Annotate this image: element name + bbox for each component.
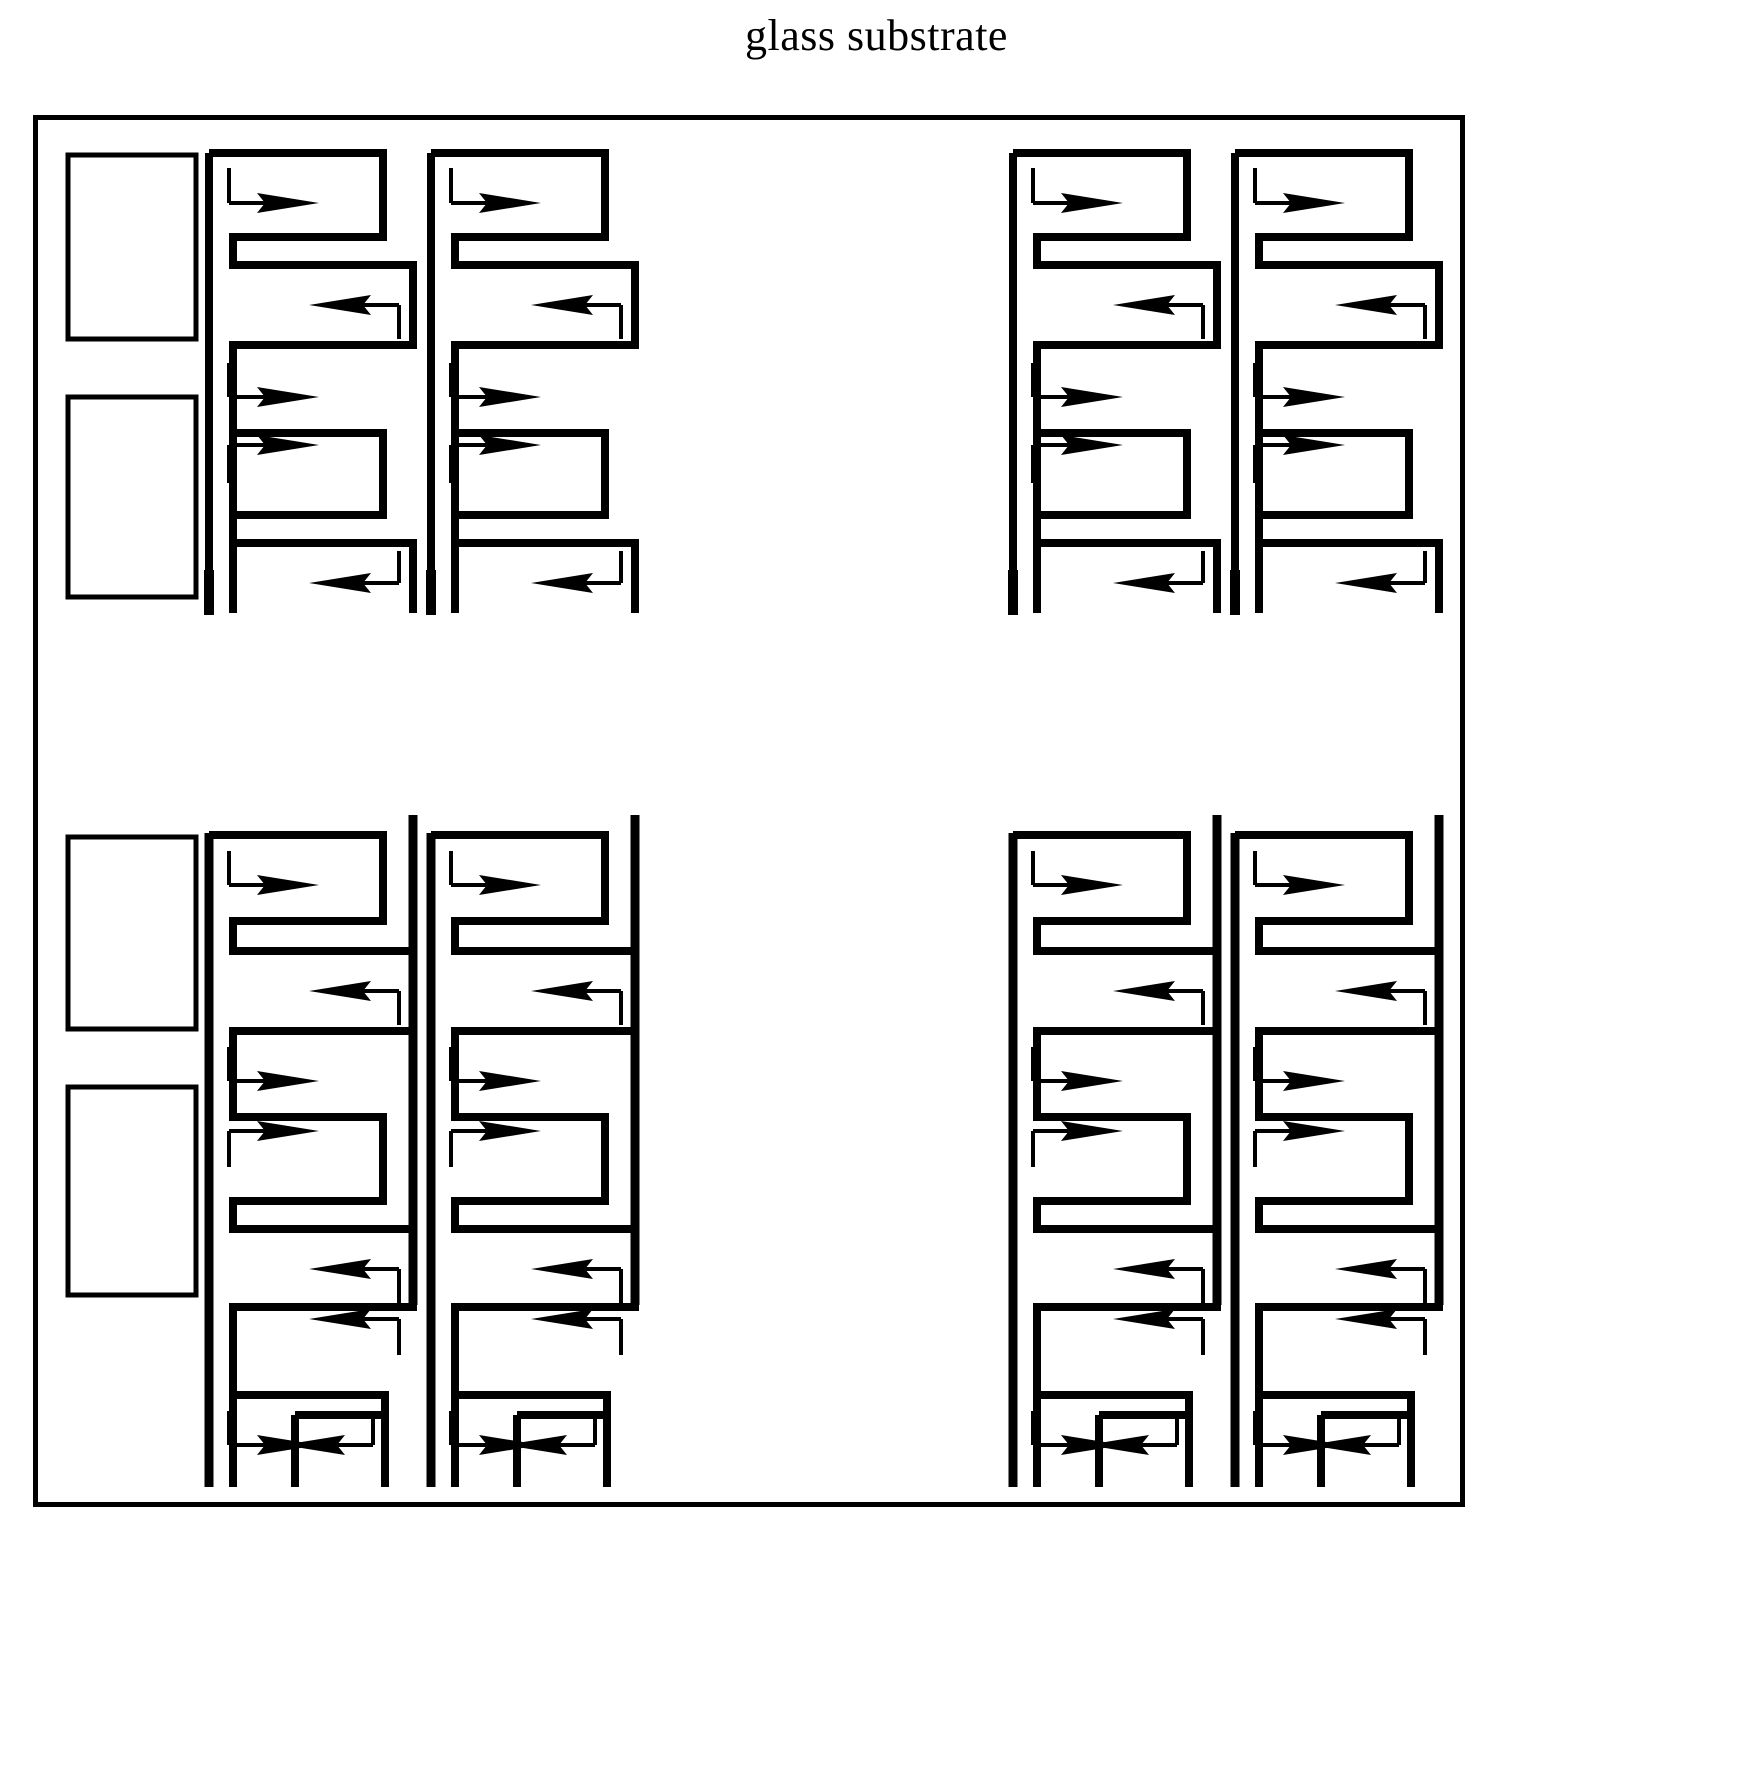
- meander-tl-b: [426, 149, 639, 615]
- flow-arrow-stems: [227, 168, 401, 585]
- flow-arrow-heads: [257, 193, 371, 593]
- meander-tl-a: [204, 149, 417, 615]
- glass-substrate-board: [33, 115, 1465, 1507]
- substrate-drawing: [33, 115, 1465, 1507]
- top-right-quadrant: [1008, 149, 1443, 615]
- meander-tr-b: [1230, 149, 1443, 615]
- screenshot-root: glass substrate: [0, 0, 1753, 1765]
- page-title: glass substrate: [745, 11, 1008, 60]
- meander-bl-b: [426, 815, 640, 1487]
- meander-br-b: [1230, 815, 1444, 1487]
- pad-bl-2: [65, 1084, 199, 1298]
- pad-tl-2: [65, 394, 199, 600]
- pad-bl-1: [65, 834, 199, 1032]
- pad-tl-1: [65, 152, 199, 342]
- bottom-right-quadrant: [1008, 815, 1444, 1487]
- bottom-left-quadrant: [65, 815, 640, 1487]
- meander-br-a: [1008, 815, 1222, 1487]
- meander-bl-a: [204, 815, 418, 1487]
- substrate-border: [33, 115, 1465, 1507]
- top-left-quadrant: [65, 149, 639, 615]
- meander-tr-a: [1008, 149, 1221, 615]
